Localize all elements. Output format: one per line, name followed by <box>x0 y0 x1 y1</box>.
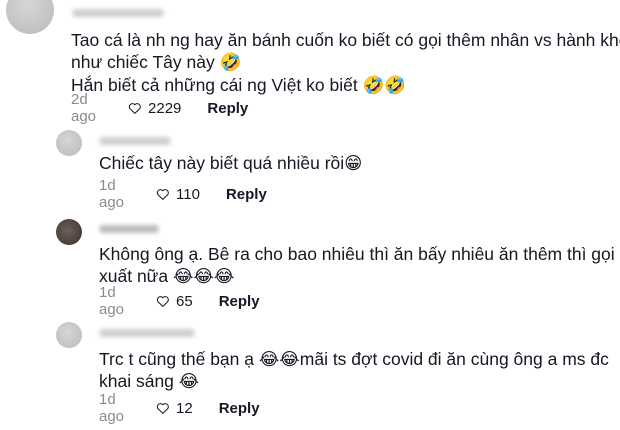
comment-meta: 1d ago 65 Reply <box>99 284 260 318</box>
avatar[interactable] <box>56 219 82 245</box>
comment-text-line: như chiếc Tây này 🤣 <box>71 52 242 72</box>
reply-button[interactable]: Reply <box>226 186 267 203</box>
heart-outline-icon[interactable] <box>156 399 170 417</box>
reply-button[interactable]: Reply <box>207 100 248 117</box>
username[interactable] <box>72 9 164 17</box>
avatar[interactable] <box>56 130 82 156</box>
like-count: 110 <box>176 185 200 203</box>
like-count: 2229 <box>148 99 182 117</box>
heart-outline-icon[interactable] <box>128 99 142 117</box>
comment-text-line: Không ông ạ. Bê ra cho bao nhiêu thì ăn … <box>99 244 615 264</box>
comment-meta: 1d ago 12 Reply <box>99 391 260 425</box>
comment-text-line: Hắn biết cả những cái ng Việt ko biết 🤣🤣 <box>71 75 407 95</box>
avatar[interactable] <box>56 322 82 348</box>
timestamp: 1d ago <box>99 391 125 425</box>
like-count: 65 <box>176 292 193 310</box>
reply-button[interactable]: Reply <box>219 400 260 417</box>
avatar[interactable] <box>6 0 54 34</box>
heart-outline-icon[interactable] <box>156 185 170 203</box>
username[interactable] <box>99 137 171 145</box>
comment-text-line: khai sáng 😂 <box>99 371 200 391</box>
timestamp: 1d ago <box>99 177 125 211</box>
comment-text-line: Chiếc tây này biết quá nhiều rồi😁 <box>99 153 363 173</box>
comment-text-line: Trc t cũng thế bạn ạ 😂😂mãi ts đợt covid … <box>99 349 609 369</box>
timestamp: 1d ago <box>99 284 125 318</box>
comment-meta: 2d ago 2229 Reply <box>71 91 248 125</box>
heart-outline-icon[interactable] <box>156 292 170 310</box>
comment-text-line: Tao cá là nh ng hay ăn bánh cuốn ko biết… <box>71 30 620 50</box>
like-count: 12 <box>176 399 193 417</box>
comment-meta: 1d ago 110 Reply <box>99 177 267 211</box>
reply-button[interactable]: Reply <box>219 293 260 310</box>
username[interactable] <box>99 329 195 337</box>
timestamp: 2d ago <box>71 91 97 125</box>
username[interactable] <box>99 225 159 233</box>
